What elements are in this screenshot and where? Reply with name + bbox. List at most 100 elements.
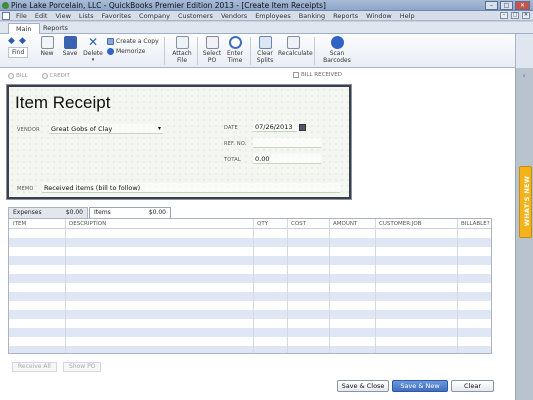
- tab-items[interactable]: Items $0.00: [89, 207, 171, 218]
- save-new-button[interactable]: Save & New: [392, 380, 448, 392]
- column-cost[interactable]: COST: [291, 221, 306, 227]
- menu-banking[interactable]: Banking: [299, 12, 325, 20]
- ribbon-toolbar: ◆ ◆ New Save ✕ Delete ▾ Create a Copy Me…: [0, 34, 515, 68]
- table-row[interactable]: [9, 292, 491, 301]
- table-row[interactable]: [9, 346, 491, 353]
- select-po-button[interactable]: Select PO: [202, 36, 222, 64]
- memorize-icon: [107, 48, 114, 55]
- date-label: DATE: [224, 125, 238, 131]
- menu-favorites[interactable]: Favorites: [102, 12, 131, 20]
- next-arrow-icon[interactable]: ◆: [19, 37, 26, 46]
- menu-window[interactable]: Window: [366, 12, 392, 20]
- column-divider: [329, 219, 330, 353]
- memorize-button[interactable]: Memorize: [107, 48, 145, 55]
- create-copy-button[interactable]: Create a Copy: [107, 38, 159, 45]
- column-billable[interactable]: BILLABLE?: [461, 221, 490, 227]
- menu-reports[interactable]: Reports: [333, 12, 358, 20]
- table-row[interactable]: [9, 238, 491, 247]
- column-divider: [253, 219, 254, 353]
- bill-received-checkbox[interactable]: BILL RECEIVED: [293, 72, 342, 78]
- menu-view[interactable]: View: [55, 12, 70, 20]
- form-header: Item Receipt: [15, 93, 111, 112]
- menu-help[interactable]: Help: [400, 12, 415, 20]
- menu-company[interactable]: Company: [139, 12, 170, 20]
- tab-main[interactable]: Main: [8, 23, 40, 34]
- table-row[interactable]: [9, 319, 491, 328]
- menu-customers[interactable]: Customers: [178, 12, 213, 20]
- table-row[interactable]: [9, 265, 491, 274]
- right-side-panel: ‹ WHAT'S NEW: [515, 68, 533, 400]
- table-row[interactable]: [9, 328, 491, 337]
- show-po-button[interactable]: Show PO: [63, 362, 102, 372]
- save-button[interactable]: Save: [61, 36, 79, 57]
- delete-button[interactable]: ✕ Delete ▾: [83, 36, 103, 64]
- minimize-button[interactable]: –: [485, 1, 498, 10]
- column-divider: [375, 219, 376, 353]
- clear-splits-button[interactable]: Clear Splits: [255, 36, 275, 64]
- ribbon-separator: [314, 37, 315, 65]
- ribbon-separator: [250, 37, 251, 65]
- save-close-button[interactable]: Save & Close: [337, 380, 389, 392]
- document-window-controls: – □ ✕: [500, 12, 530, 19]
- purchase-order-icon: [205, 36, 219, 49]
- enter-time-button[interactable]: Enter Time: [225, 36, 245, 64]
- credit-radio[interactable]: CREDIT: [41, 73, 70, 79]
- doc-restore-button[interactable]: □: [511, 12, 519, 19]
- window-title: Pine Lake Porcelain, LLC - QuickBooks Pr…: [11, 1, 326, 10]
- menu-employees[interactable]: Employees: [255, 12, 291, 20]
- find-button[interactable]: Find: [8, 47, 29, 58]
- column-qty[interactable]: QTY: [257, 221, 268, 227]
- menu-edit[interactable]: Edit: [35, 12, 48, 20]
- calendar-icon[interactable]: [299, 124, 306, 131]
- date-field[interactable]: 07/26/2013: [253, 122, 297, 132]
- previous-arrow-icon[interactable]: ◆: [8, 37, 15, 46]
- column-item[interactable]: ITEM: [13, 221, 26, 227]
- document-icon[interactable]: [2, 12, 10, 20]
- column-description[interactable]: DESCRIPTION: [69, 221, 106, 227]
- ref-no-label: REF. NO.: [224, 141, 247, 147]
- column-divider: [65, 219, 66, 353]
- tab-expenses[interactable]: Expenses $0.00: [8, 207, 88, 218]
- table-row[interactable]: [9, 337, 491, 346]
- calculator-icon: [286, 36, 300, 49]
- maximize-button[interactable]: □: [500, 1, 513, 10]
- checkbox-icon: [293, 72, 299, 78]
- memo-field[interactable]: Received items (bill to follow): [42, 183, 340, 193]
- item-receipt-form: Item Receipt VENDOR Great Gobs of Clay ▾…: [6, 84, 352, 200]
- column-customer-job[interactable]: CUSTOMER:JOB: [379, 221, 422, 227]
- quickbooks-app-icon: [2, 2, 9, 9]
- items-table: ITEM DESCRIPTION QTY COST AMOUNT CUSTOME…: [8, 218, 492, 354]
- scan-barcodes-button[interactable]: Scan Barcodes: [322, 36, 352, 64]
- menu-lists[interactable]: Lists: [79, 12, 94, 20]
- table-row[interactable]: [9, 301, 491, 310]
- clear-splits-icon: [258, 36, 272, 49]
- bill-credit-radios: BILL CREDIT: [8, 73, 70, 79]
- attach-file-button[interactable]: Attach File: [171, 36, 193, 64]
- close-button[interactable]: ✕: [515, 1, 530, 10]
- tab-reports[interactable]: Reports: [36, 23, 75, 34]
- whats-new-tab[interactable]: WHAT'S NEW: [519, 166, 532, 238]
- column-amount[interactable]: AMOUNT: [333, 221, 357, 227]
- table-row[interactable]: [9, 256, 491, 265]
- bill-radio[interactable]: BILL: [8, 73, 28, 79]
- clear-button[interactable]: Clear: [451, 380, 494, 392]
- doc-minimize-button[interactable]: –: [500, 12, 508, 19]
- doc-close-button[interactable]: ✕: [522, 12, 530, 19]
- total-field: 0.00: [253, 154, 321, 164]
- table-row[interactable]: [9, 247, 491, 256]
- receive-all-button[interactable]: Receive All: [12, 362, 57, 372]
- ref-no-field[interactable]: [253, 138, 321, 148]
- table-row[interactable]: [9, 274, 491, 283]
- table-row[interactable]: [9, 283, 491, 292]
- table-row[interactable]: [9, 229, 491, 238]
- recalculate-button[interactable]: Recalculate: [278, 36, 313, 57]
- menu-file[interactable]: File: [16, 12, 27, 20]
- new-button[interactable]: New: [38, 36, 56, 57]
- delete-x-icon: ✕: [87, 35, 99, 49]
- vendor-dropdown[interactable]: Great Gobs of Clay ▾: [49, 124, 163, 134]
- table-row[interactable]: [9, 310, 491, 319]
- collapse-panel-icon[interactable]: ‹: [519, 72, 529, 81]
- menu-vendors[interactable]: Vendors: [221, 12, 247, 20]
- window-controls: – □ ✕: [485, 1, 530, 10]
- chevron-down-icon: ▾: [157, 125, 161, 132]
